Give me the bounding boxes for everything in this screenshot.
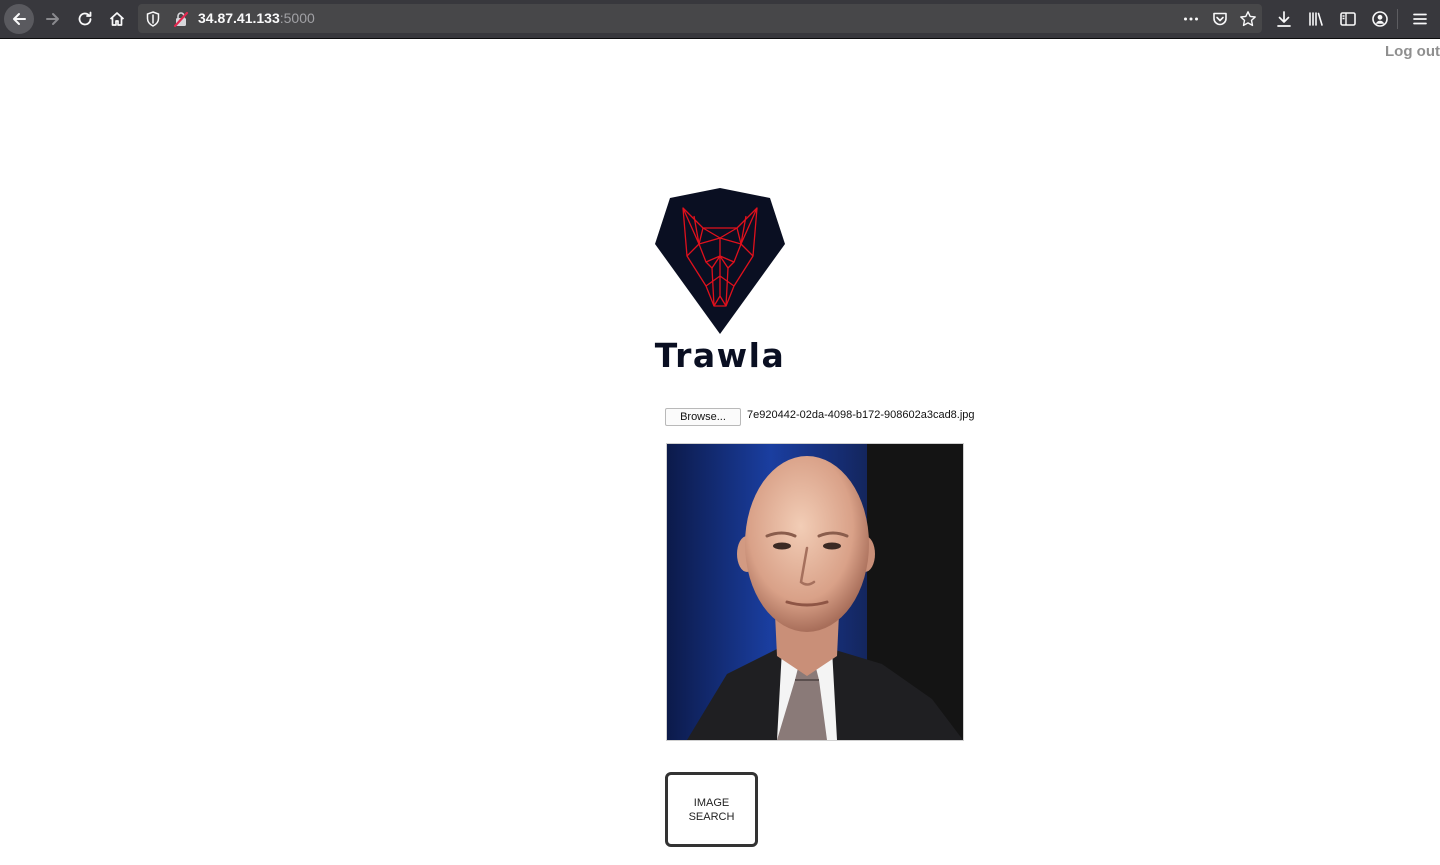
account-icon [1372, 11, 1388, 27]
brand-name: Trawla [654, 336, 786, 375]
logout-link[interactable]: Log out [1385, 43, 1440, 60]
menu-button[interactable] [1405, 4, 1435, 34]
image-search-button[interactable]: IMAGE SEARCH [665, 772, 758, 847]
url-host: 34.87.41.133 [198, 10, 280, 26]
home-icon [109, 12, 125, 26]
wolf-logo-icon [655, 188, 785, 334]
forward-button[interactable] [38, 4, 68, 34]
reload-icon [78, 11, 92, 26]
selected-filename: 7e920442-02da-4098-b172-908602a3cad8.jpg [747, 409, 975, 421]
home-button[interactable] [102, 4, 132, 34]
browse-button[interactable]: Browse... [665, 408, 741, 426]
url-bar[interactable]: 34.87.41.133:5000 [138, 4, 1262, 33]
download-icon [1277, 11, 1291, 27]
tracking-shield-icon[interactable] [144, 10, 162, 28]
uploaded-image-preview [666, 443, 964, 741]
menu-icon [1413, 13, 1427, 25]
account-button[interactable] [1365, 4, 1395, 34]
browser-toolbar: 34.87.41.133:5000 [0, 0, 1440, 39]
pocket-icon[interactable] [1211, 10, 1229, 28]
library-button[interactable] [1301, 4, 1331, 34]
reload-button[interactable] [70, 4, 100, 34]
portrait-photo [667, 444, 963, 740]
back-arrow-icon [13, 13, 26, 25]
url-text[interactable]: 34.87.41.133:5000 [198, 10, 315, 26]
downloads-button[interactable] [1269, 4, 1299, 34]
back-button[interactable] [4, 4, 34, 34]
sidebar-icon [1340, 12, 1356, 26]
bookmark-star-icon[interactable] [1239, 10, 1257, 28]
sidebar-button[interactable] [1333, 4, 1363, 34]
toolbar-divider [1397, 9, 1398, 29]
more-actions-icon[interactable] [1182, 10, 1200, 28]
url-port: :5000 [279, 10, 315, 26]
forward-arrow-icon [46, 13, 59, 25]
library-icon [1309, 12, 1323, 26]
insecure-lock-icon[interactable] [172, 10, 190, 28]
